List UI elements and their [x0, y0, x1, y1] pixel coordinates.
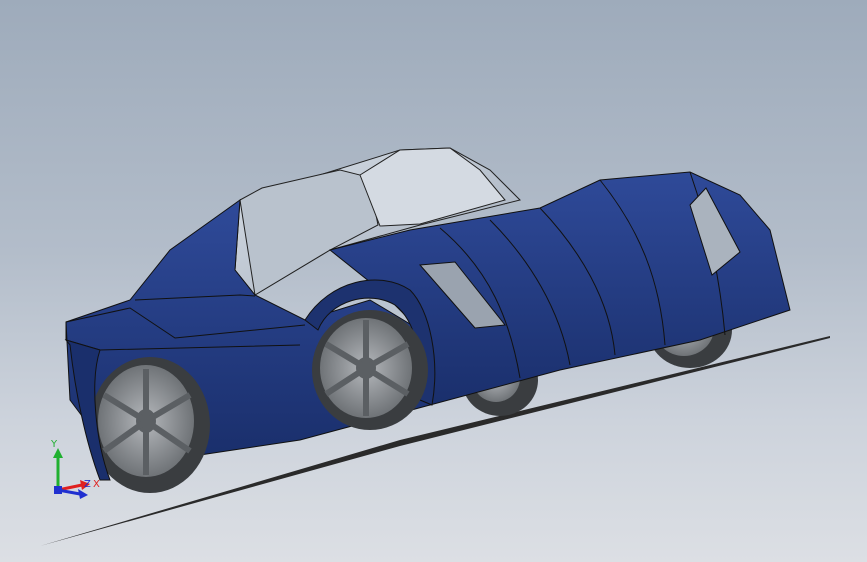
front-wheel-center [312, 310, 428, 430]
coordinate-triad: Y Z X [40, 440, 110, 510]
triad-z-label: Z [84, 479, 91, 490]
triad-y-label: Y [51, 439, 58, 450]
car-model-view[interactable] [0, 0, 867, 562]
graphics-viewport[interactable]: Y Z X [0, 0, 867, 562]
triad-x-label: X [93, 479, 100, 490]
